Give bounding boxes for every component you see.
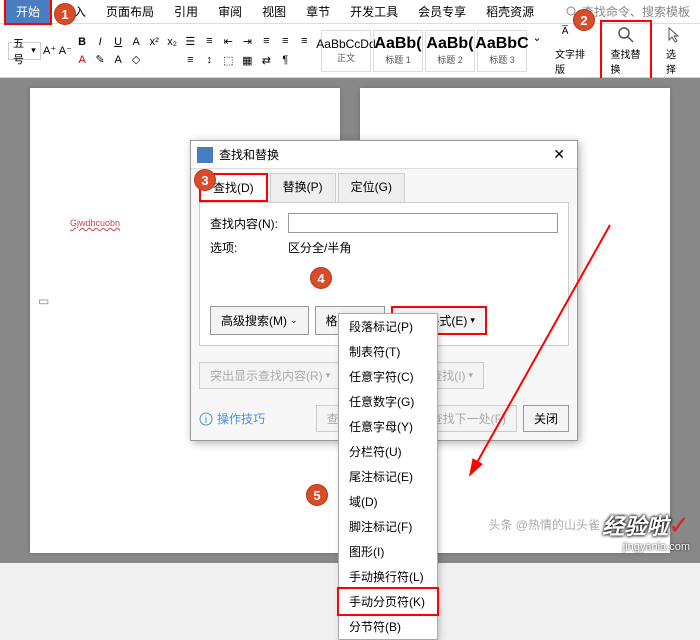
char-border-icon[interactable]: A [110,52,126,68]
find-content-input[interactable] [288,213,558,233]
callout-5: 5 [306,484,328,506]
dropdown-item-columnbreak[interactable]: 分栏符(U) [339,439,437,464]
dropdown-item-footnote[interactable]: 脚注标记(F) [339,514,437,539]
options-value: 区分全/半角 [288,239,351,256]
ribbon-search-placeholder: 查找命令、搜索模板 [582,3,690,20]
advanced-search-button[interactable]: 高级搜索(M) ⌄ [210,306,309,335]
italic-icon[interactable]: I [92,34,108,50]
dropdown-item-anydigit[interactable]: 任意数字(G) [339,389,437,414]
align-center-icon[interactable]: ≡ [277,33,293,49]
watermark-main: 经验啦 [602,514,668,539]
styles-more-icon[interactable]: ⌄ [529,30,545,46]
tab-resources[interactable]: 稻壳资源 [476,0,544,23]
dialog-close-button[interactable]: ✕ [547,146,571,163]
decrease-font-icon[interactable]: A⁻ [58,43,72,59]
strike-icon[interactable]: A [128,34,144,50]
tab-page-layout[interactable]: 页面布局 [96,0,164,23]
style-h3[interactable]: AaBbC标题 3 [477,30,527,72]
line-spacing-icon[interactable]: ↕ [201,52,217,68]
close-button[interactable]: 关闭 [523,405,569,432]
tab-references[interactable]: 引用 [164,0,208,23]
dialog-title-text: 查找和替换 [219,146,279,163]
show-marks-icon[interactable]: ¶ [277,52,293,68]
bullets-icon[interactable]: ☰ [182,33,198,49]
numbering-icon[interactable]: ≡ [201,33,217,49]
style-h1[interactable]: AaBb(标题 1 [373,30,423,72]
dropdown-item-graphic[interactable]: 图形(I) [339,539,437,564]
tab-home[interactable]: 开始 [4,0,52,25]
tab-sections[interactable]: 章节 [296,0,340,23]
callout-3: 3 [194,169,216,191]
tab-developer[interactable]: 开发工具 [340,0,408,23]
callout-2: 2 [573,9,595,31]
font-color-icon[interactable]: A [74,52,90,68]
dropdown-item-paragraph[interactable]: 段落标记(P) [339,314,437,339]
bold-icon[interactable]: B [74,34,90,50]
shading-icon[interactable]: ⬚ [220,52,236,68]
ribbon-toolbar: 五号 ▾ A⁺ A⁻ B I U A x² x₂ A ✎ A ◇ ☰ ≡ ⇤ ⇥… [0,24,700,78]
underline-icon[interactable]: U [110,34,126,50]
svg-text:i: i [205,415,207,426]
select-button[interactable]: 选择 [658,22,692,80]
dropdown-item-anychar[interactable]: 任意字符(C) [339,364,437,389]
site-watermark: 经验啦✓ jingyanla.com [602,509,690,553]
tab-view[interactable]: 视图 [252,0,296,23]
dropdown-item-sectionbreak[interactable]: 分节符(B) [339,614,437,639]
callout-1: 1 [54,3,76,25]
text-layout-label: 文字排版 [555,46,587,76]
find-content-label: 查找内容(N): [210,215,288,232]
align-right-icon[interactable]: ≡ [296,33,312,49]
increase-font-icon[interactable]: A⁺ [43,43,57,59]
page-indicator-icon: ▭ [38,294,49,308]
justify-icon[interactable]: ≡ [182,52,198,68]
tab-icon[interactable]: ⇄ [258,52,274,68]
style-normal[interactable]: AaBbCcDd正文 [321,30,371,72]
check-icon: ✓ [668,510,690,540]
font-size-select[interactable]: 五号 ▾ [8,42,41,60]
paragraph-group: ☰ ≡ ⇤ ⇥ ≡ ≡ ≡ ≡ ↕ ⬚ ▦ ⇄ ¶ [182,33,315,68]
select-label: 选择 [666,46,684,76]
right-actions: A̅ 文字排版 查找替换 选择 [547,20,692,82]
magnifier-icon [617,26,635,44]
find-replace-button[interactable]: 查找替换 [600,20,652,82]
dropdown-item-anyletter[interactable]: 任意字母(Y) [339,414,437,439]
increase-indent-icon[interactable]: ⇥ [239,33,255,49]
dropdown-item-tab[interactable]: 制表符(T) [339,339,437,364]
clear-format-icon[interactable]: ◇ [128,52,144,68]
tips-link[interactable]: i 操作技巧 [199,410,265,427]
dialog-titlebar[interactable]: 查找和替换 ✕ [191,141,577,169]
options-label: 选项: [210,239,288,256]
super-icon[interactable]: x² [146,34,162,50]
dropdown-item-manual-linebreak[interactable]: 手动换行符(L) [339,564,437,589]
font-group: 五号 ▾ A⁺ A⁻ [8,42,72,60]
styles-group: AaBbCcDd正文 AaBb(标题 1 AaBb(标题 2 AaBbC标题 3… [321,30,545,72]
dropdown-item-endnote[interactable]: 尾注标记(E) [339,464,437,489]
decrease-indent-icon[interactable]: ⇤ [220,33,236,49]
sub-icon[interactable]: x₂ [164,34,180,50]
highlight-icon[interactable]: ✎ [92,52,108,68]
cursor-icon [666,26,684,44]
dialog-tabs: 查找(D) 替换(P) 定位(G) [191,169,577,202]
callout-4: 4 [310,267,332,289]
toutiao-watermark: 头条 @热情的山头雀 [488,516,600,533]
watermark-sub: jingyanla.com [602,541,690,553]
info-icon: i [199,412,213,426]
dropdown-item-field[interactable]: 域(D) [339,489,437,514]
highlight-results-button[interactable]: 突出显示查找内容(R) ▾ [199,362,341,389]
dialog-tab-replace[interactable]: 替换(P) [270,173,336,202]
special-format-dropdown: 段落标记(P) 制表符(T) 任意字符(C) 任意数字(G) 任意字母(Y) 分… [338,313,438,640]
tab-member[interactable]: 会员专享 [408,0,476,23]
dropdown-item-manual-pagebreak[interactable]: 手动分页符(K) [337,587,439,616]
find-replace-label: 查找替换 [610,46,642,76]
borders-icon[interactable]: ▦ [239,52,255,68]
style-h2[interactable]: AaBb(标题 2 [425,30,475,72]
dialog-tab-goto[interactable]: 定位(G) [338,173,405,202]
align-left-icon[interactable]: ≡ [258,33,274,49]
tab-review[interactable]: 审阅 [208,0,252,23]
dialog-app-icon [197,147,213,163]
font-format-group: B I U A x² x₂ A ✎ A ◇ [74,34,180,68]
